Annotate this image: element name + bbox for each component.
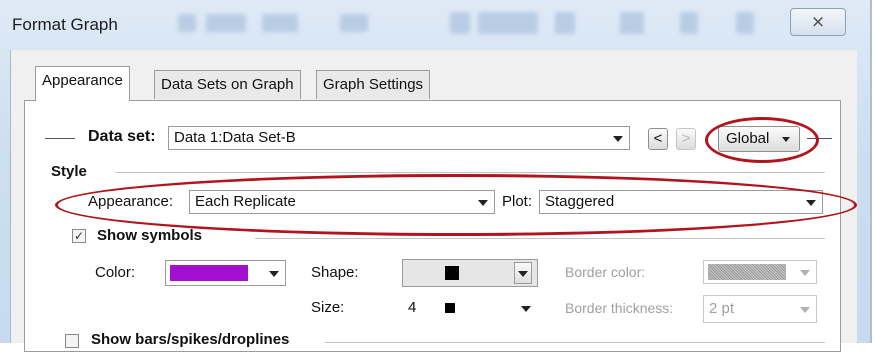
appearance-value: Each Replicate <box>195 193 296 210</box>
tab-data-sets-on-graph[interactable]: Data Sets on Graph <box>154 70 301 99</box>
chevron-down-icon <box>806 200 816 206</box>
background-toolbar-icon <box>736 12 754 34</box>
chevron-left-icon: < <box>653 130 663 147</box>
color-label: Color: <box>95 264 136 281</box>
global-menu-button[interactable]: Global <box>718 126 800 152</box>
background-toolbar-icon <box>178 14 196 32</box>
symbol-size-select[interactable]: 4 <box>402 296 538 320</box>
square-symbol-icon <box>445 266 459 280</box>
style-section-label: Style <box>51 163 87 180</box>
show-bars-label: Show bars/spikes/droplines <box>91 331 290 348</box>
dialog-client-area: Appearance Data Sets on Graph Graph Sett… <box>10 50 857 352</box>
border-color-picker[interactable] <box>703 260 817 284</box>
divider <box>255 238 825 239</box>
symbol-color-picker[interactable] <box>165 260 286 286</box>
title-bar: Format Graph ⨯ <box>0 0 870 50</box>
border-color-label: Border color: <box>565 264 646 280</box>
format-graph-window: Format Graph ⨯ Appearance Data Sets on G… <box>0 0 872 352</box>
background-toolbar-icon <box>206 14 246 32</box>
chevron-right-icon: > <box>681 130 691 147</box>
background-toolbar-icon <box>262 14 298 32</box>
chevron-down-icon <box>269 271 279 277</box>
close-button[interactable]: ⨯ <box>790 8 846 36</box>
tab-graph-settings[interactable]: Graph Settings <box>316 70 431 99</box>
show-symbols-label: Show symbols <box>97 227 203 244</box>
color-swatch <box>170 265 248 281</box>
tab-appearance[interactable]: Appearance <box>35 66 130 101</box>
background-toolbar-icon <box>478 12 538 34</box>
show-bars-checkbox[interactable] <box>65 334 79 348</box>
size-value: 4 <box>408 299 417 316</box>
tab-data-sets-label: Data Sets on Graph <box>161 76 294 93</box>
border-color-swatch <box>708 264 786 280</box>
data-set-value: Data 1:Data Set-B <box>174 129 296 146</box>
appearance-select[interactable]: Each Replicate <box>189 190 495 214</box>
divider <box>807 138 832 139</box>
chevron-down-icon <box>613 136 623 142</box>
border-thickness-select[interactable]: 2 pt <box>703 295 817 323</box>
symbol-shape-select[interactable] <box>402 259 538 287</box>
chevron-down-icon <box>800 307 810 313</box>
border-thickness-value: 2 pt <box>709 300 735 317</box>
background-toolbar-icon <box>340 14 368 32</box>
border-thickness-label: Border thickness: <box>565 300 674 316</box>
background-toolbar-icon <box>620 12 644 34</box>
previous-data-set-button[interactable]: < <box>648 128 668 150</box>
background-toolbar-icon <box>450 12 470 34</box>
show-symbols-checkbox[interactable]: ✓ <box>72 229 86 243</box>
close-icon: ⨯ <box>810 12 826 31</box>
tab-graph-settings-label: Graph Settings <box>323 76 424 93</box>
appearance-tab-panel: Data set: Data 1:Data Set-B < > Global S… <box>24 100 857 352</box>
data-set-select[interactable]: Data 1:Data Set-B <box>168 126 630 150</box>
size-preview-icon <box>445 303 455 313</box>
background-toolbar-icon <box>555 12 575 34</box>
check-icon: ✓ <box>73 229 85 243</box>
plot-value: Staggered <box>545 193 615 210</box>
shape-label: Shape: <box>311 264 359 281</box>
caret-down-icon <box>782 137 790 142</box>
shape-dropdown-button[interactable] <box>514 262 532 284</box>
tab-appearance-label: Appearance <box>42 72 123 89</box>
chevron-down-icon <box>521 306 531 312</box>
divider <box>115 172 825 173</box>
next-data-set-button[interactable]: > <box>676 128 696 150</box>
chevron-down-icon <box>800 270 810 276</box>
data-set-label: Data set: <box>88 128 156 145</box>
plot-label: Plot: <box>502 193 533 210</box>
divider <box>45 138 75 139</box>
background-toolbar-icon <box>680 12 698 34</box>
global-label: Global <box>726 130 770 147</box>
size-label: Size: <box>311 299 345 316</box>
appearance-label: Appearance: <box>88 193 174 210</box>
chevron-down-icon <box>478 200 488 206</box>
plot-select[interactable]: Staggered <box>539 190 823 214</box>
window-title: Format Graph <box>12 15 118 34</box>
chevron-down-icon <box>518 271 528 277</box>
